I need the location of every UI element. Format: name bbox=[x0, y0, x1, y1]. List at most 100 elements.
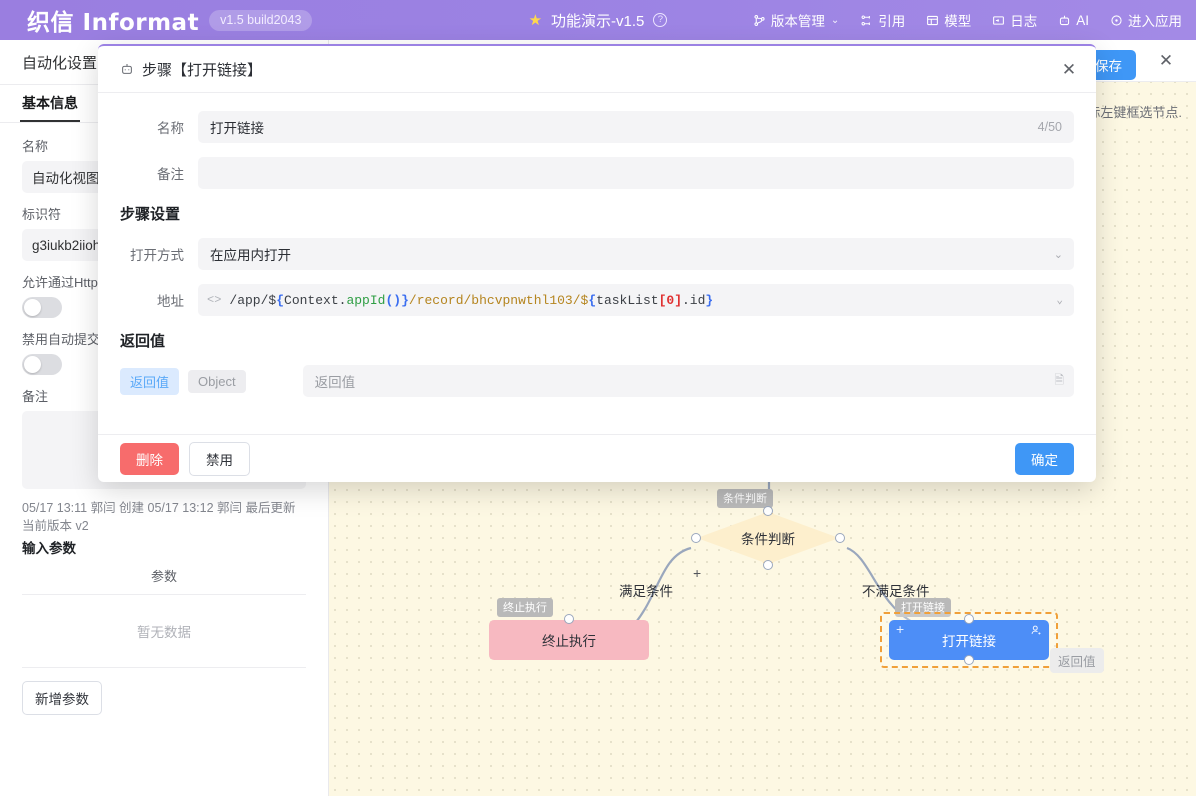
code-icon: <> bbox=[207, 293, 221, 307]
nav-enter-app[interactable]: 进入应用 bbox=[1110, 10, 1182, 30]
addr-p6: } bbox=[401, 293, 409, 308]
nav-version-manage-label: 版本管理 bbox=[771, 10, 825, 30]
node-condition[interactable]: 条件判断 条件判断 bbox=[697, 512, 839, 564]
nav-ai[interactable]: AI bbox=[1058, 13, 1089, 28]
modal-name-value: 打开链接 bbox=[210, 117, 264, 137]
input-params-title: 输入参数 bbox=[22, 537, 306, 557]
version-badge: v1.5 build2043 bbox=[209, 10, 312, 31]
modal-body: 名称 打开链接 4/50 备注 步骤设置 打开方式 在应用内打开 ⌄ 地址 bbox=[98, 93, 1096, 437]
addr-p1: /app/$ bbox=[229, 293, 276, 308]
addr-p12: ] bbox=[674, 293, 682, 308]
addr-p3: Context. bbox=[284, 293, 346, 308]
return-value-pill[interactable]: 返回值 bbox=[120, 368, 179, 395]
header-nav: 版本管理 ⌄ 引用 模型 日志 bbox=[753, 0, 1182, 40]
tab-basic-info[interactable]: 基本信息 bbox=[22, 93, 78, 121]
edge-label-true: 满足条件 bbox=[619, 580, 673, 600]
brand-logo: 织信 Informat bbox=[27, 3, 199, 37]
nav-reference-label: 引用 bbox=[878, 10, 905, 30]
chevron-down-icon: ⌄ bbox=[1054, 248, 1063, 261]
close-icon[interactable]: ✕ bbox=[1154, 49, 1178, 73]
disable-autosubmit-toggle[interactable] bbox=[22, 354, 62, 375]
chevron-down-icon[interactable]: ⌄ bbox=[1056, 293, 1063, 307]
modal-open-mode-value: 在应用内打开 bbox=[210, 244, 291, 264]
addr-p2: { bbox=[276, 293, 284, 308]
modal-name-input[interactable]: 打开链接 4/50 bbox=[198, 111, 1074, 143]
robot-icon bbox=[120, 62, 134, 76]
add-param-button[interactable]: 新增参数 bbox=[22, 681, 102, 715]
model-icon bbox=[926, 14, 939, 27]
modal-header: 步骤【打开链接】 ✕ bbox=[98, 46, 1096, 93]
nav-log[interactable]: 日志 bbox=[992, 10, 1037, 30]
addr-p14: } bbox=[705, 293, 713, 308]
return-value-input[interactable]: 返回值 🗎 bbox=[303, 365, 1074, 397]
addr-p8: { bbox=[588, 293, 596, 308]
nav-model-label: 模型 bbox=[944, 10, 971, 30]
nav-reference[interactable]: 引用 bbox=[860, 10, 905, 30]
star-icon: ★ bbox=[529, 11, 542, 29]
step-modal: 步骤【打开链接】 ✕ 名称 打开链接 4/50 备注 步骤设置 打开方式 在应用… bbox=[98, 44, 1096, 482]
modal-name-label: 名称 bbox=[120, 117, 198, 137]
addr-p11: 0 bbox=[666, 293, 674, 308]
modal-footer: 删除 禁用 确定 bbox=[98, 434, 1096, 482]
addr-p5: () bbox=[385, 293, 401, 308]
param-empty-state: 暂无数据 bbox=[22, 595, 306, 668]
enter-app-icon bbox=[1110, 14, 1123, 27]
modal-title: 步骤【打开链接】 bbox=[142, 59, 262, 80]
branch-icon bbox=[753, 14, 766, 27]
node-open-link-label: 打开链接 bbox=[942, 630, 996, 650]
chevron-down-icon: ⌄ bbox=[831, 15, 839, 26]
delete-button[interactable]: 删除 bbox=[120, 443, 179, 475]
port-bottom[interactable] bbox=[964, 655, 974, 665]
modal-address-input[interactable]: <> /app/${Context.appId()}/record/bhcvpn… bbox=[198, 284, 1074, 316]
addr-p4: appId bbox=[346, 293, 385, 308]
node-stop-label: 终止执行 bbox=[542, 630, 596, 650]
canvas-hint-text: 标左键框选节点. bbox=[1087, 102, 1182, 121]
port-right[interactable] bbox=[835, 533, 845, 543]
node-condition-shape[interactable]: 条件判断 bbox=[697, 512, 839, 564]
allow-http-toggle[interactable] bbox=[22, 297, 62, 318]
app-title-group: ★ 功能演示-v1.5 ? bbox=[448, 10, 748, 31]
confirm-button[interactable]: 确定 bbox=[1015, 443, 1074, 475]
person-icon[interactable] bbox=[1030, 624, 1043, 637]
nav-version-manage[interactable]: 版本管理 ⌄ bbox=[753, 10, 839, 30]
app-root: 织信 Informat v1.5 build2043 ★ 功能演示-v1.5 ?… bbox=[0, 0, 1196, 796]
node-stop-shape[interactable]: 终止执行 bbox=[489, 620, 649, 660]
return-value-placeholder: 返回值 bbox=[315, 371, 356, 391]
modal-address-row: 地址 <> /app/${Context.appId()}/record/bhc… bbox=[120, 284, 1074, 316]
disable-button[interactable]: 禁用 bbox=[189, 442, 250, 476]
port-top[interactable] bbox=[763, 506, 773, 516]
node-open-link-shape[interactable]: + 打开链接 bbox=[889, 620, 1049, 660]
modal-close-icon[interactable]: ✕ bbox=[1058, 59, 1080, 81]
modal-open-mode-row: 打开方式 在应用内打开 ⌄ bbox=[120, 238, 1074, 270]
question-circle-icon[interactable]: ? bbox=[653, 13, 667, 27]
meta-info-text: 05/17 13:11 郭闫 创建 05/17 13:12 郭闫 最后更新 当前… bbox=[22, 499, 306, 535]
modal-name-count: 4/50 bbox=[1038, 120, 1062, 134]
port-top[interactable] bbox=[564, 614, 574, 624]
node-plus-icon[interactable]: + bbox=[896, 621, 904, 637]
port-bottom[interactable] bbox=[763, 560, 773, 570]
modal-open-mode-label: 打开方式 bbox=[120, 244, 198, 264]
node-condition-label: 条件判断 bbox=[741, 528, 795, 548]
reference-icon bbox=[860, 14, 873, 27]
port-left[interactable] bbox=[691, 533, 701, 543]
node-condition-tag: 条件判断 bbox=[717, 489, 773, 508]
addr-p10: [ bbox=[659, 293, 667, 308]
add-branch-plus[interactable]: + bbox=[693, 565, 701, 581]
modal-remark-input[interactable] bbox=[198, 157, 1074, 189]
return-value-row: 返回值 Object 返回值 🗎 bbox=[120, 365, 1074, 397]
return-type-pill[interactable]: Object bbox=[188, 370, 246, 393]
node-open-link[interactable]: 打开链接 + 打开链接 bbox=[889, 620, 1049, 660]
param-column-header: 参数 bbox=[22, 557, 306, 595]
edge-label-false: 不满足条件 bbox=[862, 580, 930, 600]
return-value-title: 返回值 bbox=[120, 330, 1074, 351]
top-header-bar: 织信 Informat v1.5 build2043 ★ 功能演示-v1.5 ?… bbox=[0, 0, 1196, 40]
addr-p7: /record/bhcvpnwthl103/$ bbox=[409, 293, 588, 308]
modal-open-mode-select[interactable]: 在应用内打开 ⌄ bbox=[198, 238, 1074, 270]
modal-remark-label: 备注 bbox=[120, 163, 198, 183]
node-stop[interactable]: 终止执行 终止执行 bbox=[489, 620, 649, 660]
log-icon bbox=[992, 14, 1005, 27]
nav-ai-label: AI bbox=[1076, 13, 1089, 28]
port-top[interactable] bbox=[964, 614, 974, 624]
nav-model[interactable]: 模型 bbox=[926, 10, 971, 30]
document-icon[interactable]: 🗎 bbox=[1054, 371, 1064, 392]
